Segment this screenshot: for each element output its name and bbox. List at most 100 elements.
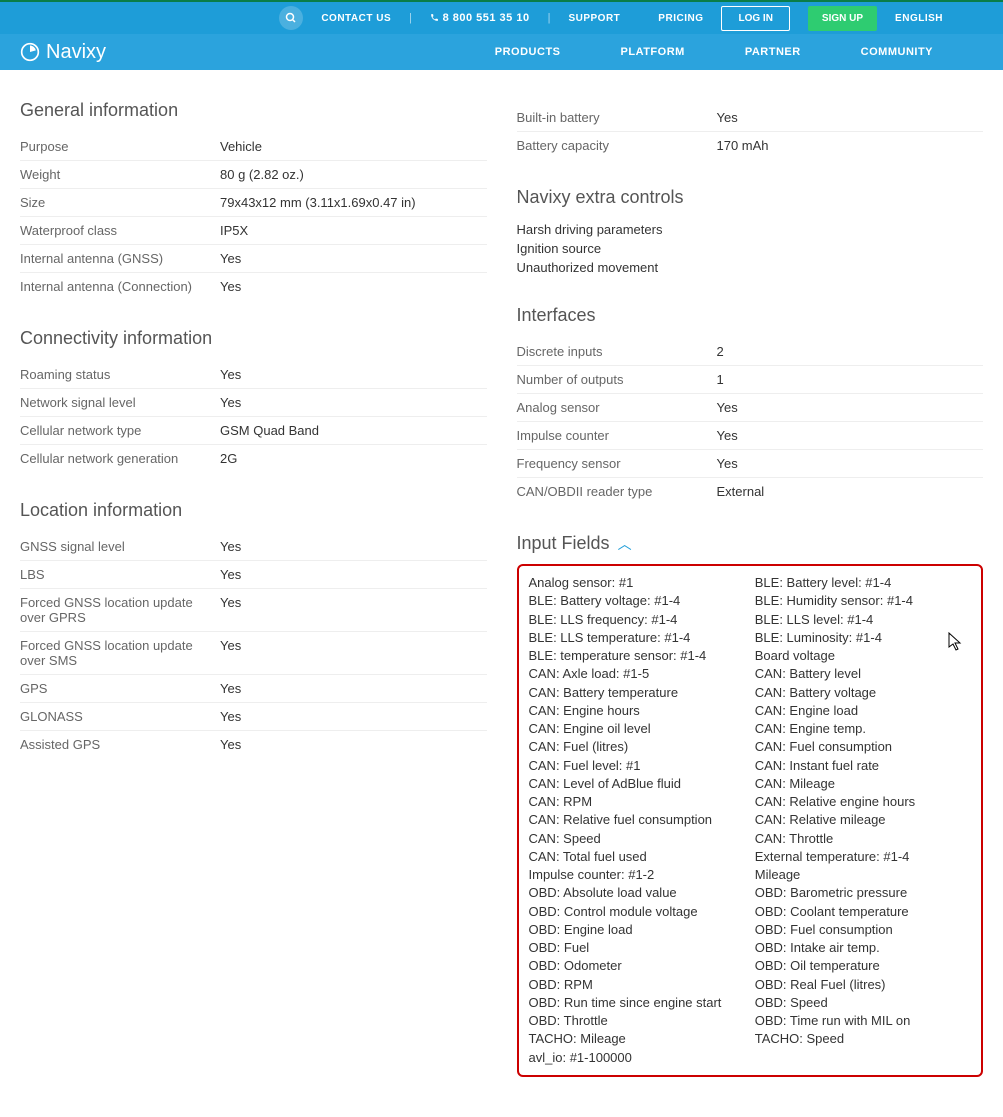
row-label: Weight [20, 167, 220, 182]
input-field-item: OBD: RPM [529, 976, 745, 994]
language-select[interactable]: ENGLISH [895, 13, 943, 24]
row-value: Vehicle [220, 139, 262, 154]
signup-button[interactable]: SIGN UP [808, 6, 877, 31]
row-label: Size [20, 195, 220, 210]
row-value: Yes [717, 400, 738, 415]
login-button[interactable]: LOG IN [721, 6, 789, 31]
nav-products[interactable]: PRODUCTS [495, 46, 561, 58]
input-field-item: OBD: Oil temperature [755, 957, 971, 975]
row-label: Forced GNSS location update over GPRS [20, 595, 220, 625]
search-icon[interactable] [279, 6, 303, 30]
table-row: Built-in batteryYes [517, 104, 984, 132]
list-item: Ignition source [517, 239, 984, 258]
row-value: 2G [220, 451, 237, 466]
row-label: Internal antenna (GNSS) [20, 251, 220, 266]
nav-community[interactable]: COMMUNITY [861, 46, 933, 58]
input-field-item: TACHO: Speed [755, 1030, 971, 1048]
table-row: GPSYes [20, 675, 487, 703]
row-value: External [717, 484, 765, 499]
table-row: Cellular network generation2G [20, 445, 487, 472]
list-item: Harsh driving parameters [517, 220, 984, 239]
table-row: Network signal levelYes [20, 389, 487, 417]
input-field-item: CAN: Throttle [755, 830, 971, 848]
row-label: Roaming status [20, 367, 220, 382]
table-row: Size79x43x12 mm (3.11x1.69x0.47 in) [20, 189, 487, 217]
table-row: CAN/OBDII reader typeExternal [517, 478, 984, 505]
table-row: PurposeVehicle [20, 133, 487, 161]
row-label: Forced GNSS location update over SMS [20, 638, 220, 668]
table-row: GNSS signal levelYes [20, 533, 487, 561]
input-field-item: OBD: Coolant temperature [755, 903, 971, 921]
row-value: 1 [717, 372, 724, 387]
pricing-link[interactable]: PRICING [658, 13, 703, 24]
table-row: Discrete inputs2 [517, 338, 984, 366]
input-field-item: CAN: Axle load: #1-5 [529, 665, 745, 683]
row-label: Built-in battery [517, 110, 717, 125]
row-label: Battery capacity [517, 138, 717, 153]
interfaces-title: Interfaces [517, 305, 984, 326]
separator: | [548, 12, 551, 24]
chevron-up-icon: ︿ [618, 534, 632, 554]
row-value: Yes [220, 395, 241, 410]
input-field-item: CAN: Battery level [755, 665, 971, 683]
input-field-item: CAN: Fuel level: #1 [529, 757, 745, 775]
input-field-item: BLE: temperature sensor: #1-4 [529, 647, 745, 665]
input-field-item: BLE: Luminosity: #1-4 [755, 629, 971, 647]
table-row: LBSYes [20, 561, 487, 589]
input-field-item: OBD: Odometer [529, 957, 745, 975]
row-label: Assisted GPS [20, 737, 220, 752]
left-column: General information PurposeVehicleWeight… [20, 100, 487, 1077]
input-fields-toggle[interactable]: Input Fields ︿ [517, 533, 984, 554]
connectivity-title: Connectivity information [20, 328, 487, 349]
input-field-item: OBD: Speed [755, 994, 971, 1012]
row-label: Waterproof class [20, 223, 220, 238]
table-row: Frequency sensorYes [517, 450, 984, 478]
nav-platform[interactable]: PLATFORM [621, 46, 685, 58]
input-field-item: Board voltage [755, 647, 971, 665]
row-value: Yes [220, 251, 241, 266]
interfaces-table: Discrete inputs2Number of outputs1Analog… [517, 338, 984, 505]
support-link[interactable]: SUPPORT [568, 13, 620, 24]
input-field-item: BLE: LLS level: #1-4 [755, 611, 971, 629]
input-field-item: CAN: Battery temperature [529, 684, 745, 702]
input-field-item: CAN: Relative engine hours [755, 793, 971, 811]
row-value: Yes [220, 367, 241, 382]
nav-partner[interactable]: PARTNER [745, 46, 801, 58]
row-value: Yes [220, 681, 241, 696]
input-field-item: CAN: Instant fuel rate [755, 757, 971, 775]
input-field-item: CAN: Relative mileage [755, 811, 971, 829]
row-label: Internal antenna (Connection) [20, 279, 220, 294]
row-label: Discrete inputs [517, 344, 717, 359]
row-label: LBS [20, 567, 220, 582]
input-field-item: CAN: Engine load [755, 702, 971, 720]
row-value: Yes [220, 638, 241, 668]
content: General information PurposeVehicleWeight… [0, 70, 1003, 1117]
input-field-item: CAN: Relative fuel consumption [529, 811, 745, 829]
input-field-item: BLE: LLS frequency: #1-4 [529, 611, 745, 629]
general-info-table: PurposeVehicleWeight80 g (2.82 oz.)Size7… [20, 133, 487, 300]
input-field-item: OBD: Control module voltage [529, 903, 745, 921]
logo[interactable]: Navixy [20, 41, 106, 64]
row-value: Yes [220, 709, 241, 724]
input-fields-box: Analog sensor: #1BLE: Battery level: #1-… [517, 564, 984, 1077]
input-field-item: CAN: Mileage [755, 775, 971, 793]
row-label: Cellular network generation [20, 451, 220, 466]
list-item: Unauthorized movement [517, 258, 984, 277]
row-value: Yes [717, 110, 738, 125]
input-field-item: BLE: LLS temperature: #1-4 [529, 629, 745, 647]
logo-icon [20, 42, 40, 62]
input-field-item: CAN: Total fuel used [529, 848, 745, 866]
row-label: Cellular network type [20, 423, 220, 438]
table-row: Forced GNSS location update over SMSYes [20, 632, 487, 675]
input-field-item: OBD: Engine load [529, 921, 745, 939]
extra-controls-list: Harsh driving parametersIgnition sourceU… [517, 220, 984, 277]
contact-link[interactable]: CONTACT US [321, 13, 391, 24]
input-field-item: OBD: Barometric pressure [755, 884, 971, 902]
input-field-item: Impulse counter: #1-2 [529, 866, 745, 884]
input-field-item: Mileage [755, 866, 971, 884]
input-field-item: OBD: Throttle [529, 1012, 745, 1030]
row-value: Yes [220, 567, 241, 582]
input-field-item: OBD: Absolute load value [529, 884, 745, 902]
navbar: Navixy PRODUCTS PLATFORM PARTNER COMMUNI… [0, 34, 1003, 70]
table-row: Internal antenna (Connection)Yes [20, 273, 487, 300]
